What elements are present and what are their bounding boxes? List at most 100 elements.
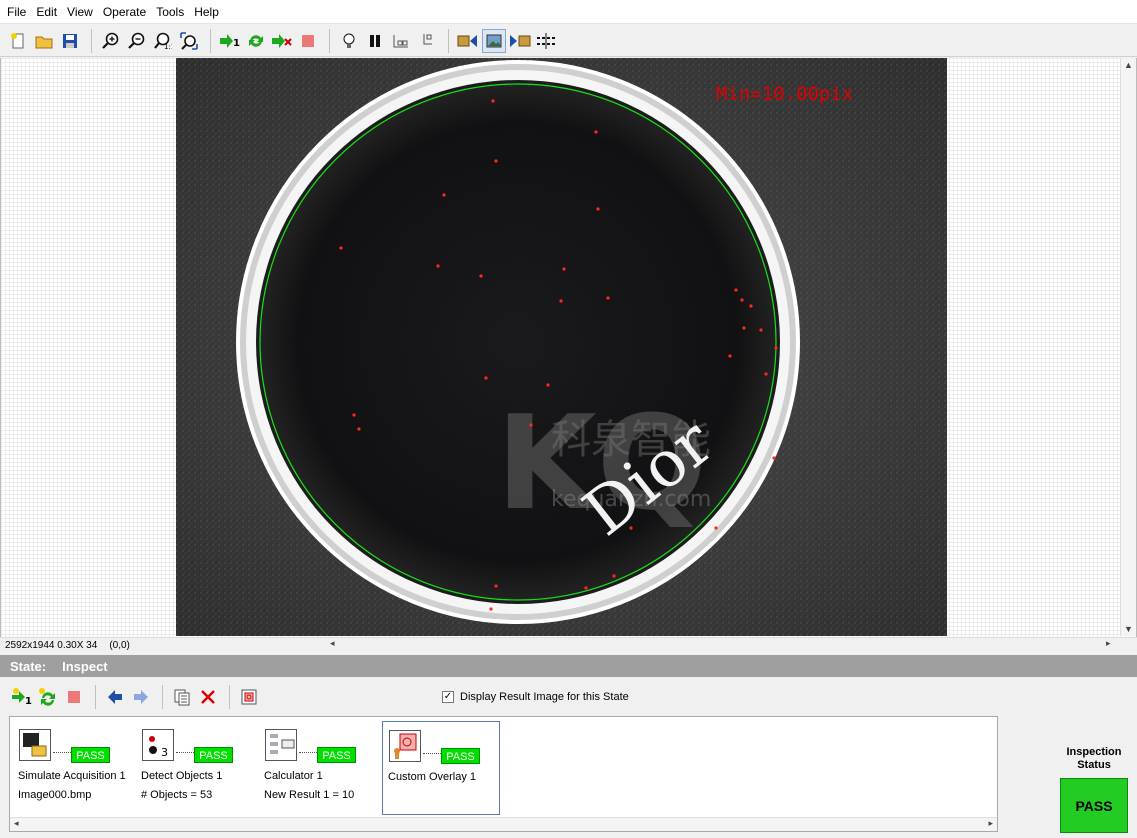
run-inspection-icon[interactable]: [270, 29, 294, 53]
state-label: State:: [10, 658, 47, 674]
defect-marker: [442, 193, 446, 197]
step-icon[interactable]: [415, 29, 439, 53]
menu-help[interactable]: Help: [189, 0, 224, 24]
new-icon[interactable]: [6, 29, 30, 53]
step-name: Simulate Acquisition 1: [18, 770, 126, 782]
toolbar-separator: [162, 685, 163, 709]
defect-marker: [772, 456, 776, 460]
defect-marker: [546, 383, 550, 387]
save-icon[interactable]: [58, 29, 82, 53]
image-canvas: KQ 科泉智能 kequanzn.com Dior Min=10.00pix: [176, 58, 947, 636]
step-simulate-acquisition[interactable]: PASS Simulate Acquisition 1 Image000.bmp: [13, 721, 131, 815]
cursor-coords: (0,0): [109, 640, 130, 651]
zoom-in-icon[interactable]: [99, 29, 123, 53]
state-bar: State: Inspect: [0, 655, 1137, 677]
menu-file[interactable]: File: [2, 0, 31, 24]
step-detect-objects[interactable]: 3 PASS Detect Objects 1 # Objects = 53: [136, 721, 254, 815]
run-once-icon[interactable]: 1: [218, 29, 242, 53]
defect-marker: [584, 586, 588, 590]
calibration-icon[interactable]: [534, 29, 558, 53]
remove-icon[interactable]: [196, 685, 220, 709]
vertical-scrollbar[interactable]: ▲ ▼: [1120, 58, 1136, 636]
add-step-icon[interactable]: 1: [10, 685, 34, 709]
defect-marker: [494, 584, 498, 588]
step-result: New Result 1 = 10: [264, 789, 355, 801]
step-status-badge: PASS: [317, 747, 356, 763]
step-connector: [176, 752, 194, 753]
step-result: # Objects = 53: [141, 789, 213, 801]
defect-marker: [479, 274, 483, 278]
steps-scroll-left-arrow[interactable]: ◂: [14, 818, 19, 829]
step-connector: [53, 752, 71, 753]
defect-marker: [357, 427, 361, 431]
state-value: Inspect: [62, 658, 108, 674]
defect-marker: [606, 296, 610, 300]
defect-marker: [749, 304, 753, 308]
step-status-badge: PASS: [71, 747, 110, 763]
menu-edit[interactable]: Edit: [31, 0, 62, 24]
toolbar-separator: [210, 28, 211, 53]
inspection-status-label: Inspection Status: [1066, 746, 1122, 771]
scroll-right-arrow[interactable]: ▸: [1106, 638, 1111, 649]
steps-horizontal-scrollbar[interactable]: ◂ ▸: [10, 817, 997, 831]
svg-text:1: 1: [25, 696, 32, 707]
image-viewer[interactable]: KQ 科泉智能 kequanzn.com Dior Min=10.00pix ▲…: [0, 58, 1137, 637]
step-connector: [299, 752, 317, 753]
acquisition-icon: [19, 729, 51, 761]
run-continuous-icon[interactable]: [244, 29, 268, 53]
calculator-icon: [265, 729, 297, 761]
toolbar-separator: [229, 685, 230, 709]
defect-marker: [714, 526, 718, 530]
custom-overlay-icon: [389, 730, 421, 762]
scroll-up-arrow[interactable]: ▲: [1124, 60, 1133, 70]
step-custom-overlay[interactable]: PASS Custom Overlay 1: [382, 721, 500, 815]
defect-marker: [629, 526, 633, 530]
steps-scroll-right-arrow[interactable]: ▸: [988, 818, 993, 829]
move-right-icon[interactable]: [129, 685, 153, 709]
image-size-zoom: 2592x1944 0.30X 34: [5, 640, 98, 651]
defect-marker: [742, 326, 746, 330]
step-calculator[interactable]: PASS Calculator 1 New Result 1 = 10: [259, 721, 377, 815]
add-state-icon[interactable]: [36, 685, 60, 709]
menu-view[interactable]: View: [62, 0, 98, 24]
pause-icon[interactable]: [363, 29, 387, 53]
defect-marker: [740, 298, 744, 302]
zoom-fit-icon[interactable]: [177, 29, 201, 53]
image-previous-icon[interactable]: [456, 29, 480, 53]
image-next-icon[interactable]: [508, 29, 532, 53]
menu-operate[interactable]: Operate: [98, 0, 151, 24]
step-status-badge: PASS: [441, 748, 480, 764]
zoom-out-icon[interactable]: [125, 29, 149, 53]
scroll-left-arrow[interactable]: ◂: [330, 638, 335, 649]
inspection-image[interactable]: KQ 科泉智能 kequanzn.com Dior Min=10.00pix: [176, 58, 947, 636]
zoom-1to1-icon[interactable]: 1:1: [151, 29, 175, 53]
defect-marker: [352, 413, 356, 417]
stop-icon[interactable]: [296, 29, 320, 53]
move-left-icon[interactable]: [103, 685, 127, 709]
light-icon[interactable]: [337, 29, 361, 53]
open-icon[interactable]: [32, 29, 56, 53]
copy-icon[interactable]: [170, 685, 194, 709]
step-back-icon[interactable]: [389, 29, 413, 53]
defect-marker: [436, 264, 440, 268]
menu-tools[interactable]: Tools: [151, 0, 189, 24]
image-info-bar: 2592x1944 0.30X 34 (0,0) ◂ ▸: [0, 637, 1137, 653]
defect-marker: [596, 207, 600, 211]
detect-objects-icon: 3: [142, 729, 174, 761]
display-result-label: Display Result Image for this State: [460, 691, 629, 703]
defect-marker: [489, 607, 493, 611]
toolbar-separator: [95, 685, 96, 709]
defect-marker: [612, 574, 616, 578]
step-status-badge: PASS: [194, 747, 233, 763]
checkbox-box[interactable]: ✓: [442, 691, 454, 703]
scroll-down-arrow[interactable]: ▼: [1124, 624, 1133, 634]
defect-marker: [491, 99, 495, 103]
delete-step-icon[interactable]: [62, 685, 86, 709]
defect-marker: [339, 246, 343, 250]
defect-marker: [764, 372, 768, 376]
image-view-icon[interactable]: [482, 28, 506, 53]
step-result: Image000.bmp: [18, 789, 92, 801]
defect-marker: [734, 288, 738, 292]
display-result-checkbox[interactable]: ✓ Display Result Image for this State: [442, 691, 629, 703]
settings-icon[interactable]: [237, 685, 261, 709]
